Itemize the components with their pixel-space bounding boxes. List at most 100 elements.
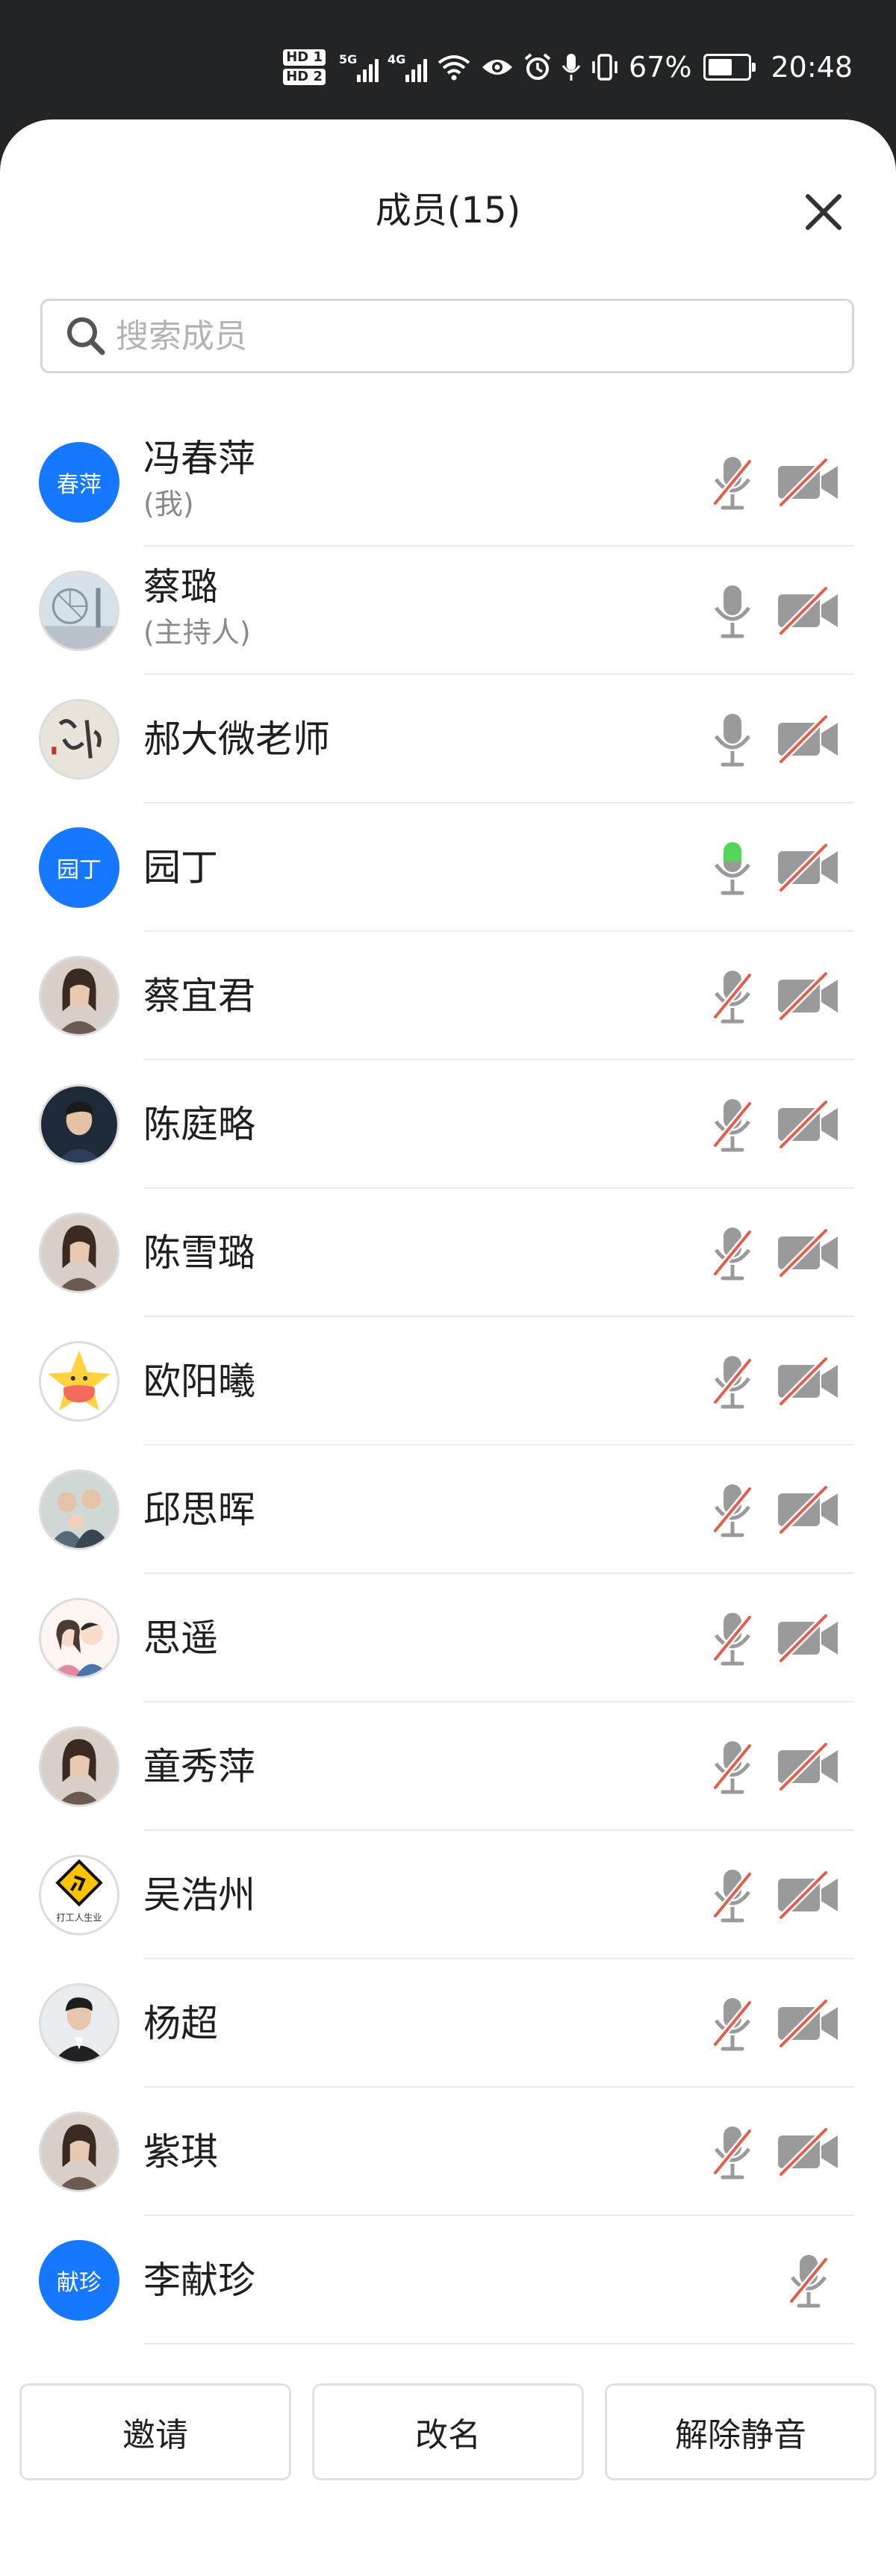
member-row[interactable]: 郝大微老师 — [0, 675, 896, 803]
avatar-ferris-wheel-photo — [39, 570, 119, 651]
member-row[interactable]: 蔡璐 (主持人) — [0, 547, 896, 675]
status-icons: HD 1 HD 2 5G 4G 67% 20:48 — [283, 46, 853, 88]
member-row[interactable]: 园丁 园丁 — [0, 803, 896, 932]
member-row[interactable]: 陈庭略 — [0, 1060, 896, 1189]
member-row[interactable]: 打工人生业 吴浩州 — [0, 1831, 896, 1959]
avatar-family-photo — [39, 1469, 119, 1550]
hd-badges: HD 1 HD 2 — [283, 49, 326, 85]
mic-on-icon[interactable] — [709, 709, 756, 769]
member-name: 郝大微老师 — [143, 718, 330, 761]
member-name: 思遥 — [143, 1617, 218, 1660]
status-bar: HD 1 HD 2 5G 4G 67% 20:48 — [0, 0, 896, 119]
bottom-action-bar: 邀请 改名 解除静音 — [0, 2359, 896, 2576]
member-row[interactable]: 思遥 — [0, 1574, 896, 1702]
camera-off-icon[interactable] — [777, 1101, 839, 1148]
avatar-cartoon-couple-photo — [39, 1598, 119, 1679]
camera-off-icon[interactable] — [777, 2128, 839, 2176]
avatar-woman-portrait-photo — [39, 956, 119, 1036]
member-name: 欧阳曦 — [143, 1360, 255, 1403]
member-name: 陈雪璐 — [143, 1231, 255, 1275]
member-name: 冯春萍 — [143, 437, 255, 480]
avatar: 园丁 — [39, 827, 119, 908]
member-name: 紫琪 — [143, 2130, 218, 2174]
camera-off-icon[interactable] — [777, 1357, 839, 1405]
signal-4g-icon: 4G — [388, 52, 428, 82]
search-box[interactable] — [40, 299, 854, 373]
member-row[interactable]: 杨超 — [0, 1959, 896, 2088]
camera-off-icon[interactable] — [777, 844, 839, 892]
eye-icon — [482, 60, 513, 75]
avatar-woman-portrait-photo — [39, 1213, 119, 1293]
member-row[interactable]: 邱思晖 — [0, 1446, 896, 1574]
member-row[interactable]: 蔡宜君 — [0, 932, 896, 1060]
avatar-calligraphy-photo — [39, 699, 119, 780]
mic-muted-icon[interactable] — [709, 1994, 756, 2053]
rename-button[interactable]: 改名 — [312, 2383, 584, 2480]
avatar-woman-portrait-photo — [39, 1726, 119, 1807]
member-name: 吴浩州 — [143, 1873, 255, 1917]
vibrate-icon — [592, 54, 617, 81]
member-row[interactable]: 紫琪 — [0, 2088, 896, 2216]
member-row[interactable]: 童秀萍 — [0, 1702, 896, 1831]
camera-off-icon[interactable] — [777, 2000, 839, 2047]
mic-muted-icon[interactable] — [709, 966, 756, 1026]
mic-muted-icon[interactable] — [709, 1223, 756, 1283]
camera-off-icon[interactable] — [777, 1614, 839, 1662]
signal-5g-icon: 5G — [339, 52, 379, 82]
mic-muted-icon[interactable] — [785, 2250, 832, 2310]
wifi-icon — [438, 55, 470, 81]
member-row[interactable]: 献珍 李献珍 — [0, 2216, 896, 2345]
net1-label: 5G — [339, 52, 358, 66]
avatar-caption: 打工人生业 — [56, 1913, 102, 1923]
battery-icon — [703, 54, 756, 81]
member-name: 杨超 — [143, 2002, 218, 2045]
member-row[interactable]: 陈雪璐 — [0, 1189, 896, 1317]
camera-off-icon[interactable] — [777, 1486, 839, 1534]
camera-off-icon[interactable] — [777, 1871, 839, 1919]
net2-label: 4G — [388, 52, 406, 66]
member-list: 春萍 冯春萍 (我) 蔡璐 (主持人) 郝大微老师园丁 园丁蔡宜君陈庭略陈雪璐欧阳曦邱思晖思… — [0, 418, 896, 2345]
camera-off-icon[interactable] — [777, 1229, 839, 1277]
avatar-worker-sign-photo: 打工人生业 — [39, 1855, 119, 1935]
mic-muted-icon[interactable] — [709, 1351, 756, 1411]
mic-muted-icon[interactable] — [709, 1865, 756, 1925]
member-role: (主持人) — [143, 616, 251, 649]
alarm-icon — [524, 53, 551, 80]
mic-speaking-icon[interactable] — [709, 838, 756, 897]
member-row[interactable]: 春萍 冯春萍 (我) — [0, 418, 896, 547]
member-name: 童秀萍 — [143, 1745, 255, 1788]
member-name: 园丁 — [143, 846, 218, 889]
member-role: (我) — [143, 488, 194, 520]
camera-off-icon[interactable] — [777, 587, 839, 635]
camera-off-icon[interactable] — [777, 972, 839, 1020]
avatar-woman-portrait-photo — [39, 2112, 119, 2192]
member-name: 蔡璐 — [143, 565, 218, 609]
camera-off-icon[interactable] — [777, 1743, 839, 1791]
member-name: 邱思晖 — [143, 1488, 255, 1531]
invite-button[interactable]: 邀请 — [19, 2383, 291, 2480]
mic-muted-icon[interactable] — [709, 1095, 756, 1154]
member-name: 蔡宜君 — [143, 974, 255, 1018]
search-icon — [67, 317, 105, 355]
camera-off-icon[interactable] — [777, 458, 839, 506]
avatar-man-portrait-photo — [39, 1084, 119, 1165]
avatar: 春萍 — [39, 442, 119, 523]
panel-title: 成员(15) — [375, 190, 521, 231]
mic-muted-icon[interactable] — [709, 1608, 756, 1668]
close-icon[interactable] — [800, 189, 847, 235]
mic-muted-icon[interactable] — [709, 2122, 756, 2182]
member-name: 李献珍 — [143, 2259, 255, 2302]
mic-muted-icon[interactable] — [709, 1737, 756, 1796]
mic-on-icon[interactable] — [709, 581, 756, 641]
member-row[interactable]: 欧阳曦 — [0, 1317, 896, 1446]
battery-percent: 67% — [629, 51, 692, 84]
search-input[interactable] — [114, 316, 789, 356]
members-panel: 成员(15) 春萍冯春萍 (我) 蔡璐 (主持人) 郝大微老师园丁园丁蔡宜君陈庭略陈雪璐… — [0, 119, 896, 2576]
mic-muted-icon[interactable] — [709, 452, 756, 512]
member-name: 陈庭略 — [143, 1103, 255, 1146]
avatar: 献珍 — [39, 2240, 119, 2321]
unmute-button[interactable]: 解除静音 — [605, 2383, 877, 2480]
camera-off-icon[interactable] — [777, 715, 839, 763]
clock: 20:48 — [771, 51, 853, 84]
mic-muted-icon[interactable] — [709, 1480, 756, 1540]
